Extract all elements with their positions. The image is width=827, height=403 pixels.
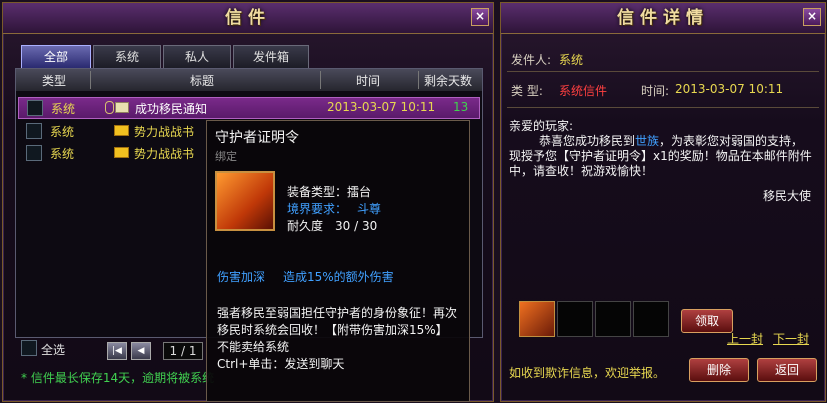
type-value: 系统信件	[559, 84, 608, 98]
row-title: 势力战战书	[134, 125, 195, 139]
mail-detail-titlebar: 信件详情 ×	[501, 3, 825, 34]
body-text-1: 恭喜您成功移民到	[539, 134, 636, 148]
select-all-label: 全选	[41, 343, 66, 357]
row-type: 系统	[50, 147, 75, 161]
mail-signature: 移民大使	[762, 189, 811, 203]
tab-all[interactable]: 全部	[21, 45, 91, 68]
tab-outbox[interactable]: 发件箱	[233, 45, 309, 68]
row-checkbox[interactable]	[26, 123, 42, 139]
tab-system[interactable]: 系统	[93, 45, 161, 68]
token-icon	[215, 171, 275, 231]
sender-value: 系统	[559, 53, 584, 67]
mail-list-titlebar: 信件 ×	[3, 3, 493, 34]
column-time[interactable]: 时间	[356, 72, 380, 89]
attachment-slot	[595, 301, 631, 337]
close-icon[interactable]: ×	[471, 8, 489, 26]
back-button[interactable]: 返回	[757, 358, 817, 382]
select-all-checkbox[interactable]	[21, 340, 37, 356]
attachment-slot	[633, 301, 669, 337]
column-title[interactable]: 标题	[190, 72, 214, 89]
item-effect-name: 伤害加深	[217, 270, 266, 284]
open-mail-icon	[115, 102, 129, 113]
column-type[interactable]: 类型	[42, 72, 66, 89]
retention-note: * 信件最长保存14天，逾期将被系统	[21, 371, 215, 385]
row-checkbox[interactable]	[27, 100, 43, 116]
row-time: 2013-03-07 10:11	[327, 100, 436, 114]
mail-body: 亲爱的玩家: 恭喜您成功移民到世族，为表彰您对弱国的支持，现授予您【守护者证明令…	[509, 119, 813, 179]
item-durability: 耐久度 30 / 30	[287, 219, 378, 233]
item-bind-status: 绑定	[215, 150, 237, 163]
close-icon[interactable]: ×	[803, 8, 821, 26]
mail-detail-window: 信件详情 × 发件人: 系统 类 型: 系统信件 时间: 2013-03-07 …	[500, 2, 826, 402]
row-title: 成功移民通知	[135, 102, 208, 116]
sender-label: 发件人:	[511, 53, 552, 67]
item-name: 守护者证明令	[215, 130, 299, 146]
mail-list-header: 类型 标题 时间 剩余天数	[16, 69, 482, 91]
item-equip-type: 装备类型：擂台	[287, 185, 372, 199]
mail-detail-title: 信件详情	[617, 8, 709, 28]
item-no-sell: 不能卖给系统	[217, 340, 290, 354]
item-realm-label: 境界要求：	[287, 202, 348, 216]
attachment-slot-item[interactable]	[519, 301, 555, 337]
first-page-icon[interactable]: |◀	[107, 342, 127, 360]
next-mail-link[interactable]: 下一封	[773, 330, 809, 347]
item-tooltip: 守护者证明令 绑定 装备类型：擂台 境界要求： 斗尊 耐久度 30 / 30 伤…	[206, 120, 470, 402]
item-realm-value: 斗尊	[357, 202, 382, 216]
body-greeting: 亲爱的玩家:	[509, 119, 574, 133]
row-checkbox[interactable]	[26, 145, 42, 161]
column-days[interactable]: 剩余天数	[424, 72, 472, 89]
prev-page-icon[interactable]: ◀	[131, 342, 151, 360]
mail-row[interactable]: 系统 成功移民通知 2013-03-07 10:11 13	[18, 97, 480, 119]
row-type: 系统	[50, 125, 75, 139]
prev-mail-link[interactable]: 上一封	[727, 330, 763, 347]
item-ctrl-click: Ctrl+单击：发送到聊天	[217, 357, 345, 371]
envelope-icon	[114, 147, 129, 158]
item-effect-desc: 造成15%的额外伤害	[283, 270, 394, 284]
time-label: 时间:	[641, 84, 670, 98]
row-title: 势力战战书	[134, 147, 195, 161]
time-value: 2013-03-07 10:11	[675, 82, 784, 96]
row-type: 系统	[51, 102, 76, 116]
attachment-icon	[105, 101, 114, 114]
delete-button[interactable]: 删除	[689, 358, 749, 382]
item-description: 强者移民至弱国担任守护者的身份象征！再次移民时系统会回收！【附带伤害加深15%】…	[217, 305, 461, 373]
report-text: 如收到欺诈信息，欢迎举报。	[509, 366, 666, 380]
type-label: 类 型:	[511, 84, 543, 98]
page-number: 1 / 1	[163, 342, 203, 360]
claim-button[interactable]: 领取	[681, 309, 733, 333]
tab-private[interactable]: 私人	[163, 45, 231, 68]
attachment-slot	[557, 301, 593, 337]
mail-list-title: 信件	[225, 8, 271, 28]
body-highlight: 世族	[635, 134, 660, 148]
envelope-icon	[114, 125, 129, 136]
item-lore: 强者移民至弱国担任守护者的身份象征！再次移民时系统会回收！【附带伤害加深15%】	[217, 306, 458, 337]
row-days: 13	[453, 100, 469, 114]
